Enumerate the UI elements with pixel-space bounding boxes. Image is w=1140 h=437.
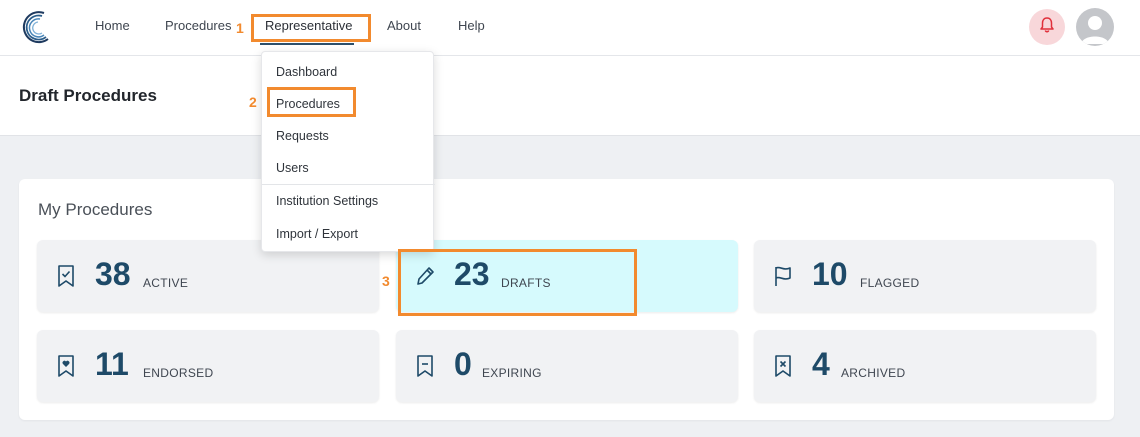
page-title: Draft Procedures	[19, 86, 157, 105]
annotation-box-2	[267, 87, 356, 117]
tile-count: 4	[812, 346, 830, 382]
active-nav-underline	[260, 43, 354, 45]
bookmark-minus-icon	[414, 354, 436, 378]
annotation-number-3: 3	[382, 273, 390, 289]
tile-label: ARCHIVED	[841, 366, 906, 380]
tile-label: ENDORSED	[143, 366, 214, 380]
tile-count: 38	[95, 256, 131, 292]
annotation-box-1	[251, 14, 371, 42]
nav-help[interactable]: Help	[458, 18, 485, 33]
bell-icon	[1038, 16, 1056, 39]
annotation-box-3	[398, 249, 637, 316]
bookmark-check-icon	[55, 264, 77, 288]
tile-flagged[interactable]: 10 FLAGGED	[754, 240, 1096, 312]
tile-count: 10	[812, 256, 848, 292]
representative-dropdown-menu: Dashboard Procedures Requests Users Inst…	[261, 51, 435, 252]
crescent-logo-icon[interactable]	[18, 9, 54, 45]
tile-label: EXPIRING	[482, 366, 542, 380]
tile-expiring[interactable]: 0 EXPIRING	[396, 330, 738, 402]
flag-icon	[772, 264, 794, 288]
nav-home[interactable]: Home	[95, 18, 130, 33]
tile-label: FLAGGED	[860, 276, 920, 290]
menu-item-users[interactable]: Users	[276, 161, 309, 175]
tile-archived[interactable]: 4 ARCHIVED	[754, 330, 1096, 402]
tile-count: 11	[95, 346, 129, 382]
annotation-number-2: 2	[249, 94, 257, 110]
nav-about[interactable]: About	[387, 18, 421, 33]
tile-count: 0	[454, 346, 472, 382]
bookmark-heart-icon	[55, 354, 77, 378]
menu-item-dashboard[interactable]: Dashboard	[276, 65, 337, 79]
bookmark-x-icon	[772, 354, 794, 378]
tile-label: ACTIVE	[143, 276, 189, 290]
menu-divider	[262, 184, 435, 185]
page-header: Draft Procedures	[0, 56, 1140, 136]
menu-item-requests[interactable]: Requests	[276, 129, 329, 143]
top-navbar: Home Procedures Representative About Hel…	[0, 0, 1140, 56]
notification-bell-button[interactable]	[1029, 9, 1065, 45]
menu-item-institution-settings[interactable]: Institution Settings	[276, 194, 378, 208]
nav-procedures[interactable]: Procedures	[165, 18, 231, 33]
user-avatar-icon[interactable]	[1076, 8, 1114, 46]
menu-item-import-export[interactable]: Import / Export	[276, 227, 358, 241]
tile-endorsed[interactable]: 11 ENDORSED	[37, 330, 379, 402]
card-title: My Procedures	[38, 200, 153, 219]
annotation-number-1: 1	[236, 20, 244, 36]
